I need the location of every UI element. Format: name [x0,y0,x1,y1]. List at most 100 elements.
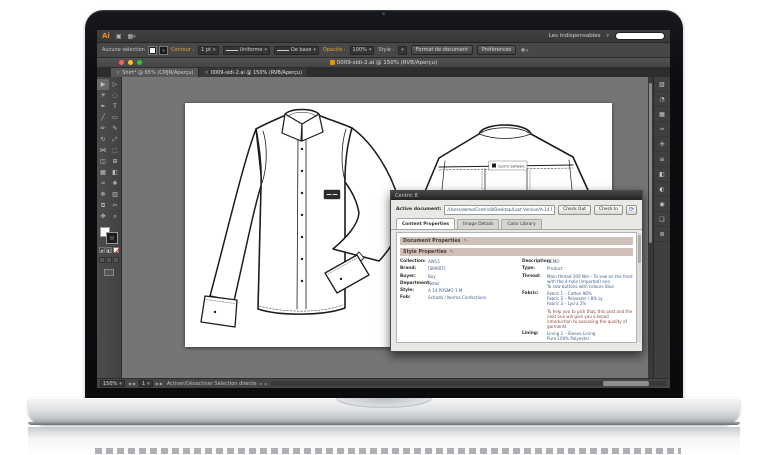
stroke-weight-dropdown[interactable]: 1 pt ▾ [198,45,219,55]
right-cuff-button [339,277,343,281]
dialog-tab-image-details[interactable]: Image Details [457,219,500,229]
draw-behind-button[interactable] [106,257,112,263]
dialog-scrollbar[interactable] [637,233,641,342]
symbol-sprayer-tool[interactable]: ❉ [97,189,109,200]
screen-mode-button[interactable] [104,269,114,276]
left-cuff-button [213,310,217,314]
workspace-switcher[interactable]: Les indispensables [549,33,601,39]
magic-wand-tool[interactable]: ✳ [97,90,109,101]
active-document-input[interactable] [444,204,556,215]
brush-definition-dropdown[interactable]: De base ▾ [273,45,319,55]
transparency-panel-icon[interactable]: ◐ [654,182,670,197]
appearance-panel-icon[interactable]: ◉ [654,197,670,212]
document-titlebar: 0009-sidi-2.ai @ 150% (RVB/Aperçu) [97,58,670,68]
perspective-grid-tool[interactable]: ⊞ [109,156,121,167]
chest-brand-label [323,189,341,200]
vertical-scrollbar-thumb[interactable] [649,83,652,243]
back-label-text: Centric Software [498,165,525,169]
rotate-tool[interactable]: ↻ [97,134,109,145]
artboard-navigation-dropdown[interactable]: 1 ▾ [138,380,153,387]
property-row: Department: Retail [400,280,440,286]
zoom-level-dropdown[interactable]: 150% ▾ [100,380,125,387]
slice-tool[interactable]: ✂ [109,200,121,211]
blend-tool[interactable]: ❖ [109,178,121,189]
hand-tool[interactable]: ✥ [97,211,109,222]
arrange-documents-icon[interactable]: ▦▾ [128,33,136,40]
symbols-panel-icon[interactable]: ✣ [654,137,670,152]
eyedropper-tool[interactable]: ✑ [97,178,109,189]
document-setup-button[interactable]: Format de document [410,45,473,55]
status-bar: 150% ▾ ◀◀ 1 ▾ ▶▶ Activer/Désactiver Sélect… [97,378,670,388]
check-in-button[interactable]: Check In [594,204,623,215]
next-artboard-icon[interactable]: ▶▶ [156,381,164,386]
type-tool[interactable]: T [109,101,121,112]
lasso-tool[interactable]: ◌ [109,90,121,101]
horizontal-scrollbar-thumb[interactable] [603,381,649,386]
draw-normal-button[interactable] [99,257,105,263]
edit-icon[interactable]: ✎ [463,239,467,244]
tab-0009-sidi-document[interactable]: × 0009-sidi-2.ai @ 150% (RVB/Aperçu) [199,68,309,77]
check-out-button[interactable]: Check Out [558,204,592,215]
line-segment-tool[interactable]: ╱ [97,112,109,123]
free-transform-tool[interactable]: ⬚ [109,145,121,156]
width-tool[interactable]: ⋈ [97,145,109,156]
scale-tool[interactable]: ⤢ [109,134,121,145]
close-tab-icon[interactable]: × [204,70,208,76]
document-properties-header: Document Properties ✎ [400,237,633,245]
style-dropdown[interactable]: ▾ [398,45,407,55]
none-button[interactable] [113,247,119,253]
layers-panel-icon[interactable]: ≣ [654,227,670,242]
property-row: Description: DEMO [522,259,560,264]
dialog-scrollbar-thumb[interactable] [637,235,641,263]
tab-shirt-document[interactable]: × Shirt* @ 65% (CMJN/Aperçu) [111,68,200,77]
horizontal-scrollbar[interactable] [270,381,667,386]
close-tab-icon[interactable]: × [116,70,120,76]
stroke-panel-icon[interactable]: ≡ [654,152,670,167]
stroke-label[interactable]: Contour : [171,47,194,53]
refresh-button[interactable]: ⟳ [626,204,637,215]
pencil-tool[interactable]: ✎ [109,123,121,134]
rectangle-tool[interactable]: ▭ [109,112,121,123]
gradient-tool[interactable]: ◧ [109,167,121,178]
graphic-styles-panel-icon[interactable]: ❑ [654,212,670,227]
dialog-titlebar[interactable]: Centric 8 [391,191,642,200]
property-row: Type: Product [522,266,563,272]
edit-icon[interactable]: ✎ [450,250,454,255]
left-cuff [200,295,238,328]
gradient-panel-icon[interactable]: ◧ [654,167,670,182]
fill-color-swatch[interactable] [148,46,156,54]
graph-tool[interactable]: ▥ [109,189,121,200]
centric8-dialog: Centric 8 Active document: Check Out Che… [390,190,643,352]
mesh-tool[interactable]: ▦ [97,167,109,178]
color-guide-panel-icon[interactable]: ◔ [654,92,670,107]
width-profile-dropdown[interactable]: Uniforme ▾ [222,45,270,55]
dialog-tab-color-library[interactable]: Color Library [501,219,542,229]
direct-selection-tool[interactable]: ▷ [109,79,121,90]
gradient-button[interactable]: ◧ [106,247,112,253]
opacity-label[interactable]: Opacité : [323,47,346,53]
stroke-color-swatch[interactable] [159,46,167,54]
back-yoke-label: Centric Software [488,160,528,171]
status-menu-icon[interactable]: ◂ ▸ [259,381,267,386]
swatches-panel-icon[interactable]: ▦ [654,107,670,122]
search-input[interactable] [615,32,665,40]
draw-inside-button[interactable] [113,257,119,263]
paintbrush-tool[interactable]: ✏ [97,123,109,134]
opacity-dropdown[interactable]: 100% ▾ [349,45,375,55]
first-artboard-icon[interactable]: ◀◀ [128,381,136,386]
stroke-swatch[interactable] [107,233,117,243]
color-panel-icon[interactable]: ▧ [654,77,670,92]
brushes-panel-icon[interactable]: ✑ [654,122,670,137]
bridge-icon[interactable]: ▣ [116,33,122,40]
panel-options-icon[interactable]: ❖▾ [520,47,528,54]
pen-tool[interactable]: ✒ [97,101,109,112]
zoom-tool[interactable]: ⌕ [109,211,121,222]
artboard-tool[interactable]: ⧉ [97,200,109,211]
shape-builder-tool[interactable]: ◫ [97,156,109,167]
selection-tool[interactable]: ▶ [97,79,109,90]
dialog-tab-content-properties[interactable]: Content Properties [396,218,456,229]
preferences-button[interactable]: Préférences [477,45,517,55]
shirt-front-view[interactable] [200,108,401,328]
chevron-down-icon: ▾ [264,47,267,53]
color-button[interactable]: ▰ [99,247,105,253]
